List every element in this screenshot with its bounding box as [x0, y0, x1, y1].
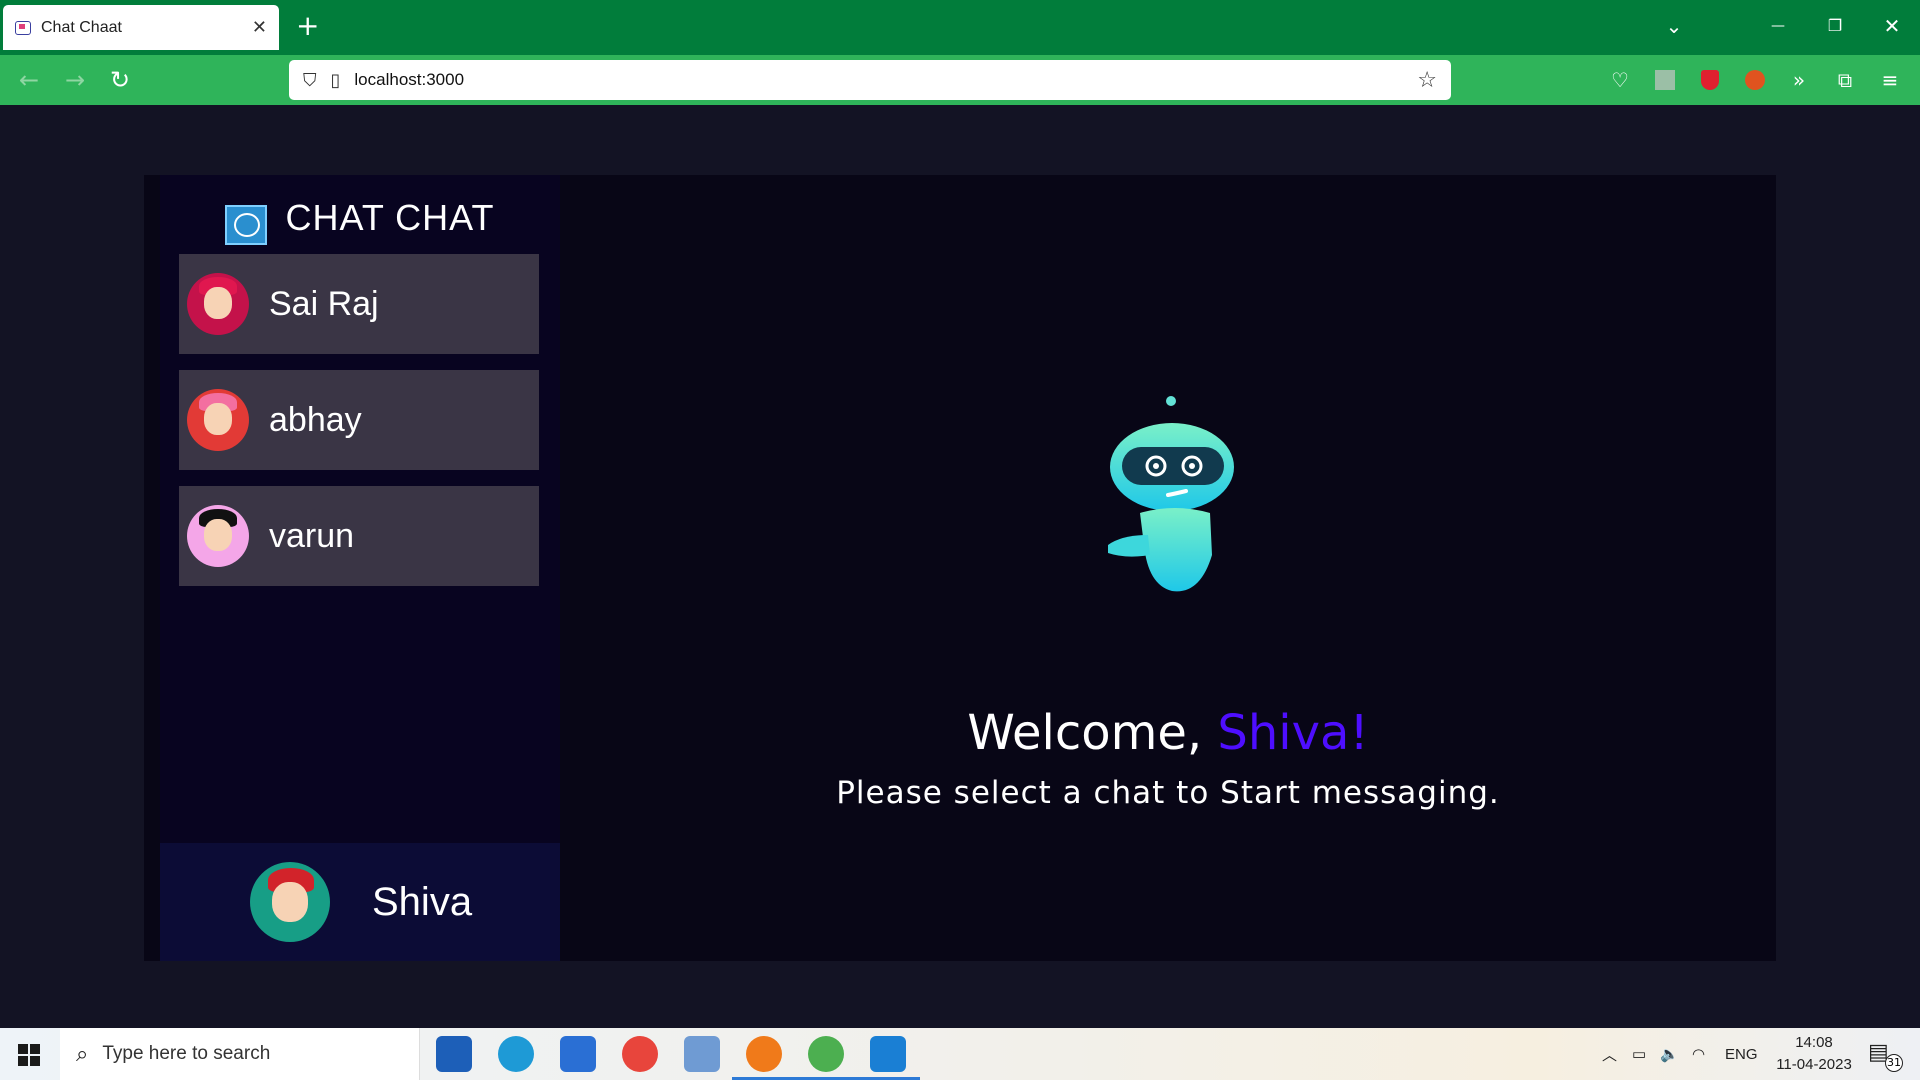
avatar	[187, 389, 249, 451]
search-icon: ⌕	[76, 1041, 89, 1067]
tab-title: Chat Chaat	[41, 18, 122, 36]
contact-item[interactable]: Sai Raj	[179, 254, 539, 354]
windows-start-icon[interactable]	[18, 1044, 40, 1066]
adblock-icon[interactable]	[1698, 68, 1722, 92]
chrome-app-icon[interactable]	[622, 1036, 658, 1072]
vscode-app-icon[interactable]	[856, 1036, 920, 1080]
notification-badge: 31	[1885, 1054, 1903, 1072]
welcome-subtitle: Please select a chat to Start messaging.	[836, 775, 1500, 811]
new-tab-button[interactable]: +	[296, 12, 319, 40]
extensions-puzzle-icon[interactable]: ⧉	[1833, 68, 1857, 92]
volume-icon[interactable]: 🔈	[1660, 1028, 1679, 1080]
shield-icon[interactable]: ⛉	[303, 70, 317, 91]
contact-name: varun	[269, 516, 355, 555]
minimize-button[interactable]: —	[1763, 12, 1793, 40]
search-placeholder: Type here to search	[102, 1043, 271, 1064]
chat-bubble-logo-icon	[225, 205, 268, 245]
page-info-icon[interactable]: ▯	[331, 70, 341, 91]
current-user-name: Shiva	[372, 879, 473, 924]
welcome-heading: Welcome, Shiva!	[560, 705, 1776, 761]
mail-app-icon[interactable]	[560, 1036, 596, 1072]
browser-navbar: ← → ↻ ⛉ ▯ localhost:3000 ☆ ♡ » ⧉ ≡	[0, 55, 1920, 105]
browser-titlebar: Chat Chaat ✕ + ⌄ — ❐ ✕	[0, 0, 1920, 55]
chat-app-container: CHAT CHAT Sai Raj abhay varun Shiva Welc…	[144, 175, 1776, 961]
clock[interactable]: 14:08 11-04-2023	[1766, 1032, 1862, 1076]
address-bar[interactable]: ⛉ ▯ localhost:3000 ☆	[289, 60, 1451, 100]
avatar	[187, 505, 249, 567]
welcome-username: Shiva!	[1217, 705, 1369, 761]
tab-close-icon[interactable]: ✕	[252, 17, 267, 38]
tab-list-button[interactable]: ⌄	[1659, 12, 1689, 40]
current-user-panel: Shiva	[160, 843, 560, 961]
clock-time: 14:08	[1795, 1034, 1833, 1051]
contacts-sidebar: CHAT CHAT Sai Raj abhay varun Shiva	[160, 175, 560, 961]
back-arrow-icon[interactable]: ←	[14, 65, 44, 95]
language-indicator[interactable]: ENG	[1725, 1028, 1758, 1080]
menu-icon[interactable]: ≡	[1878, 68, 1902, 92]
forward-arrow-icon[interactable]: →	[60, 65, 90, 95]
explorer-app-icon[interactable]	[684, 1036, 720, 1072]
contact-name: abhay	[269, 400, 362, 439]
bookmark-star-icon[interactable]: ☆	[1417, 68, 1437, 93]
robot-illustration	[1108, 396, 1234, 592]
battery-icon[interactable]: ▭	[1632, 1028, 1646, 1080]
brand-header: CHAT CHAT	[160, 183, 560, 253]
restore-button[interactable]: ❐	[1820, 12, 1850, 40]
current-user-avatar	[250, 862, 330, 942]
edge-app-icon[interactable]	[498, 1036, 534, 1072]
windows-taskbar: ⌕ Type here to search ︿ ▭ 🔈 ◠ ENG 14:08 …	[0, 1028, 1920, 1080]
store-app-icon[interactable]	[436, 1036, 472, 1072]
favicon-icon	[15, 20, 31, 35]
close-window-button[interactable]: ✕	[1877, 12, 1907, 40]
welcome-prefix: Welcome,	[967, 705, 1218, 761]
chrome-profile-app-icon[interactable]	[794, 1036, 858, 1080]
url-text[interactable]: localhost:3000	[354, 70, 1417, 90]
brand-name: CHAT CHAT	[285, 197, 495, 238]
contact-name: Sai Raj	[269, 284, 379, 323]
taskbar-search-input[interactable]: ⌕ Type here to search	[60, 1028, 420, 1080]
firefox-app-icon[interactable]	[732, 1036, 796, 1080]
welcome-panel: Welcome, Shiva! Please select a chat to …	[560, 175, 1776, 961]
contact-item[interactable]: varun	[179, 486, 539, 586]
tray-chevron-icon[interactable]: ︿	[1602, 1028, 1617, 1080]
reload-icon[interactable]: ↻	[105, 65, 135, 95]
more-tools-icon[interactable]: »	[1787, 68, 1811, 92]
clock-date: 11-04-2023	[1776, 1056, 1852, 1073]
pocket-icon[interactable]: ♡	[1608, 68, 1632, 92]
extension-square-icon[interactable]	[1653, 68, 1677, 92]
contact-item[interactable]: abhay	[179, 370, 539, 470]
browser-tab[interactable]: Chat Chaat ✕	[3, 5, 279, 50]
duckduckgo-icon[interactable]	[1743, 68, 1767, 92]
wifi-icon[interactable]: ◠	[1692, 1028, 1705, 1080]
avatar	[187, 273, 249, 335]
